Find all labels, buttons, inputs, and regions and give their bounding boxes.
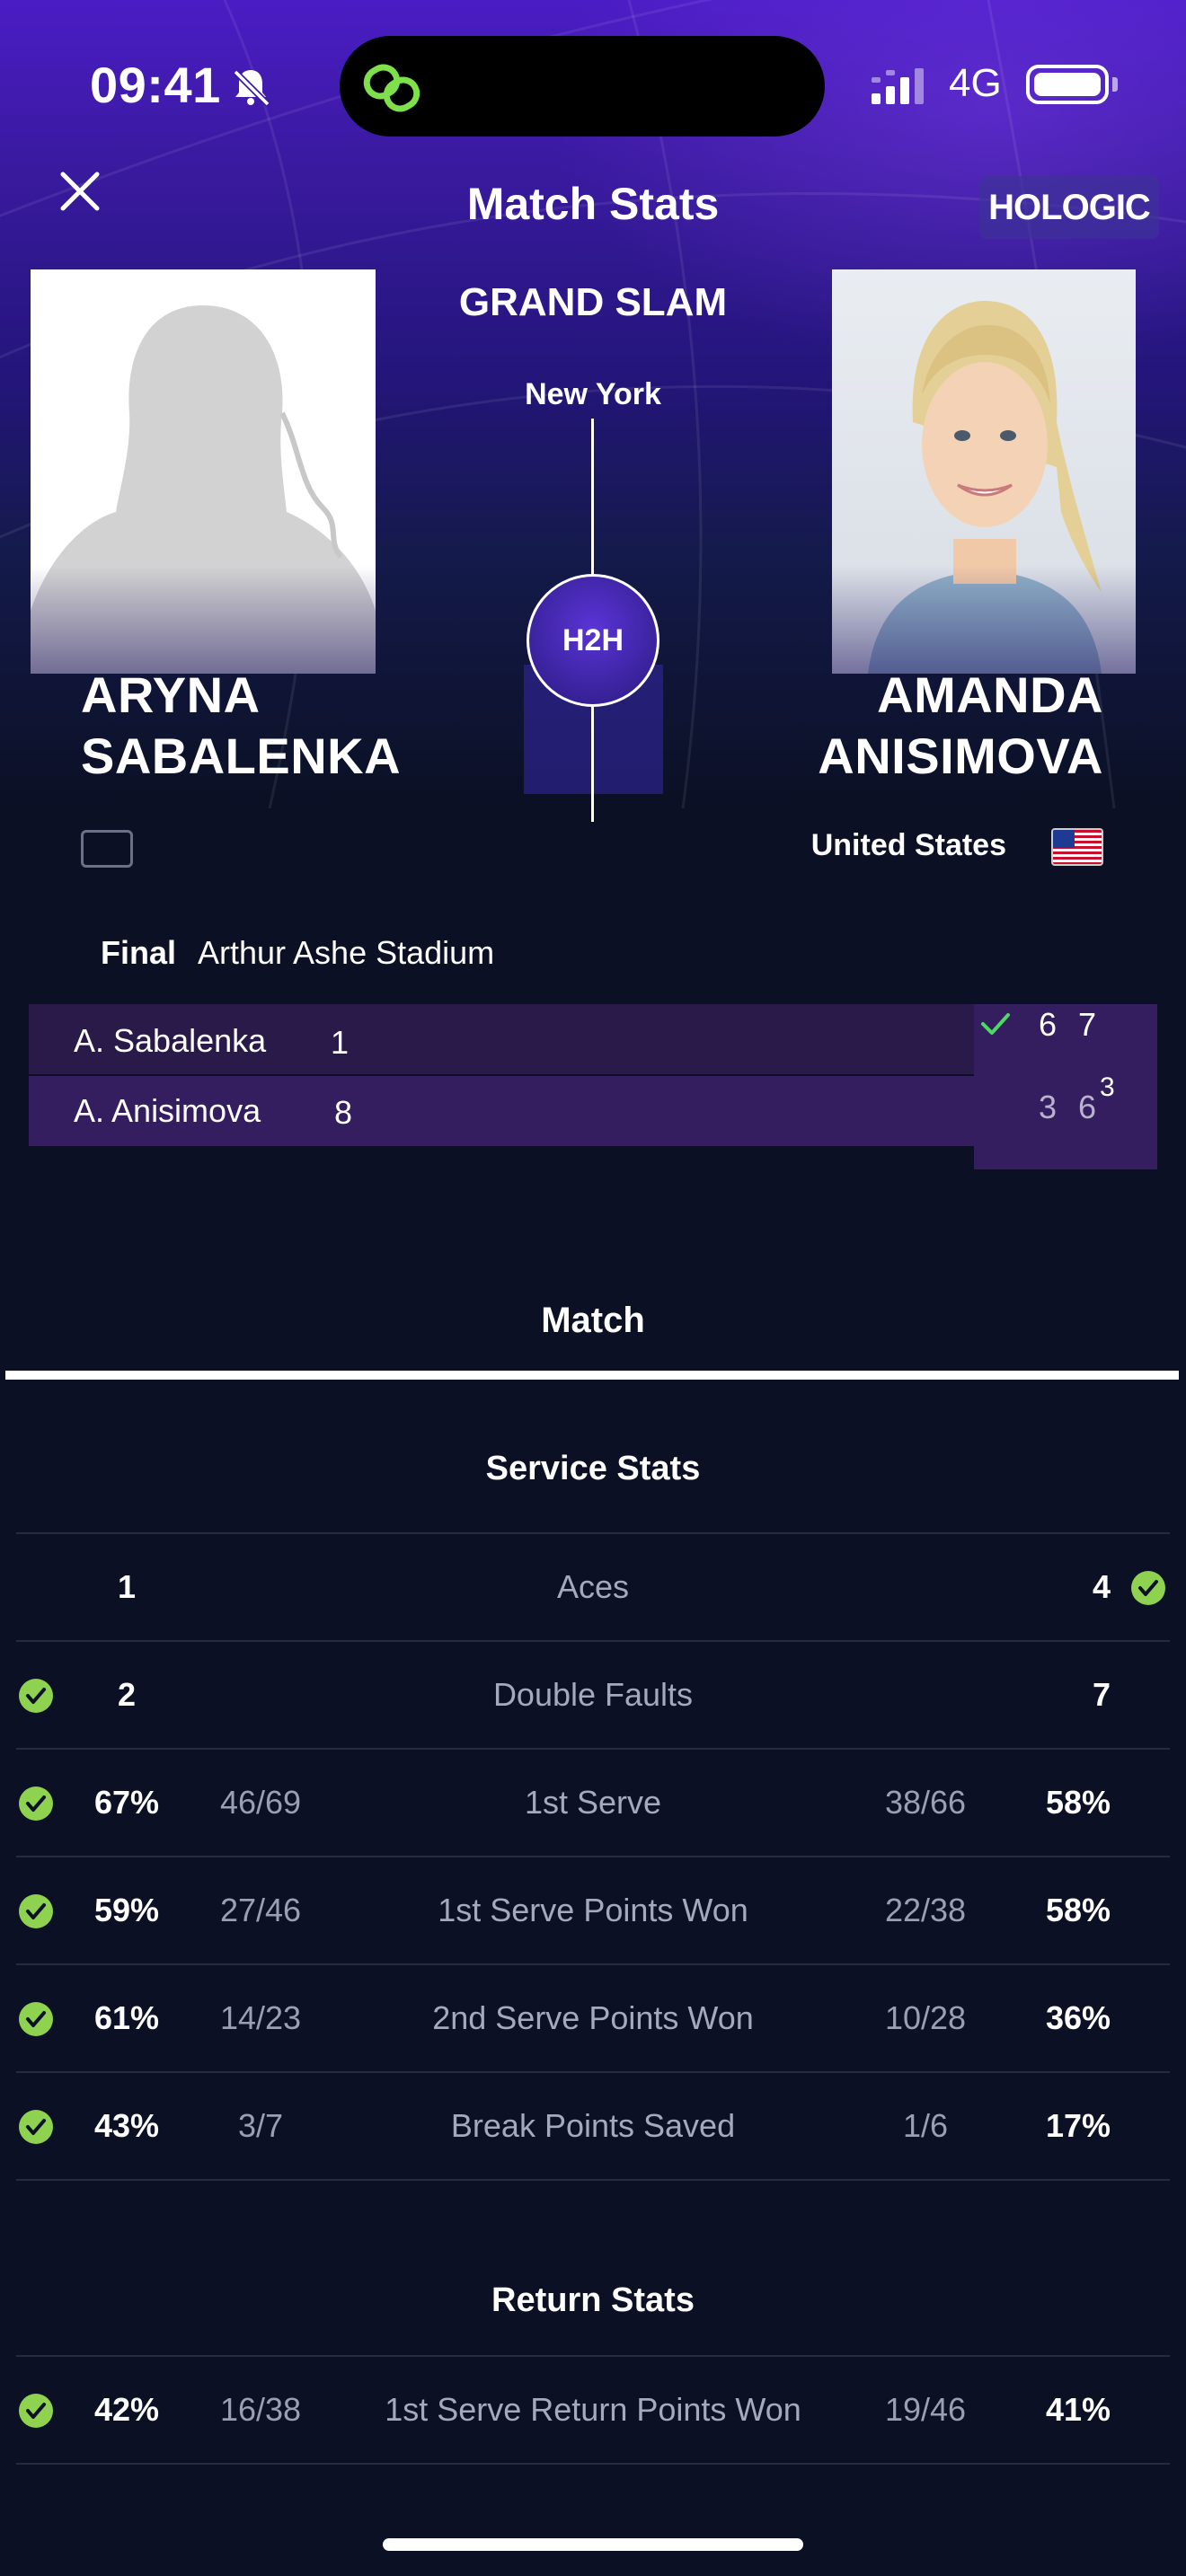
player-right-name: AMANDA ANISIMOVA [818, 665, 1103, 787]
leader-check-icon [19, 2002, 53, 2036]
player-left-last-name: SABALENKA [81, 728, 402, 784]
stat-label: Double Faults [492, 1676, 694, 1713]
score-player-seed: 1 [331, 1024, 350, 1061]
stat-right-value: 36% [1045, 1999, 1111, 2036]
event-city: New York [525, 377, 661, 411]
stat-row-second-serve-points-won: 61% 14/23 2nd Serve Points Won 10/28 36% [0, 1963, 1186, 2071]
stat-right-ratio: 19/46 [884, 2391, 967, 2428]
stat-right-value: 7 [1092, 1676, 1111, 1713]
stat-left-value: 2 [117, 1676, 137, 1713]
stat-label: 1st Serve Points Won [438, 1892, 748, 1928]
stat-right-value: 41% [1045, 2391, 1111, 2428]
stat-row-aces: 1 Aces 4 [0, 1532, 1186, 1640]
player-left-photo [31, 269, 376, 674]
return-stats-title: Return Stats [491, 2281, 695, 2319]
stat-left-value: 1 [117, 1568, 137, 1605]
h2h-line-bottom [591, 705, 594, 822]
stat-left-ratio: 27/46 [219, 1892, 302, 1928]
player-right-last-name: ANISIMOVA [818, 728, 1103, 784]
set-score: 6 [1039, 1006, 1058, 1043]
close-icon[interactable] [56, 167, 104, 216]
stat-left-ratio: 14/23 [219, 1999, 302, 2036]
leader-check-icon [19, 2394, 53, 2428]
stat-left-ratio: 46/69 [219, 1784, 302, 1821]
leader-check-icon [19, 1786, 53, 1821]
set-score: 7 [1078, 1006, 1097, 1043]
player-right-first-name: AMANDA [877, 666, 1103, 723]
player-left-name: ARYNA SABALENKA [81, 665, 401, 787]
stat-left-value: 59% [93, 1892, 160, 1928]
stat-right-value: 17% [1045, 2107, 1111, 2144]
stat-row-double-faults: 2 Double Faults 7 [0, 1640, 1186, 1748]
link-app-icon [363, 64, 420, 112]
score-player-name: A. Anisimova [74, 1092, 261, 1129]
h2h-button[interactable]: H2H [527, 574, 659, 707]
divider [16, 2179, 1170, 2181]
stat-row-first-serve: 67% 46/69 1st Serve 38/66 58% [0, 1748, 1186, 1856]
stat-left-value: 42% [93, 2391, 160, 2428]
service-stats-title: Service Stats [485, 1450, 701, 1487]
sponsor-logo: HOLOGIC [979, 176, 1159, 239]
stat-left-value: 67% [93, 1784, 160, 1821]
status-bar: 09:41 4G [0, 0, 1186, 171]
divider [16, 2463, 1170, 2465]
tiebreak-score: 3 [1100, 1072, 1115, 1102]
stat-left-ratio: 16/38 [219, 2391, 302, 2428]
score-player-seed: 8 [334, 1094, 353, 1131]
stat-left-value: 61% [93, 1999, 160, 2036]
stat-left-value: 43% [93, 2107, 160, 2144]
set-score: 6 [1078, 1089, 1097, 1125]
h2h-line-top [591, 419, 594, 576]
us-flag-icon [1051, 828, 1103, 866]
player-right-photo [832, 269, 1136, 674]
tab-active-indicator [5, 1371, 1179, 1380]
tab-match[interactable]: Match [413, 1301, 773, 1341]
winner-check-icon [981, 1013, 1010, 1035]
stat-row-break-points-saved: 43% 3/7 Break Points Saved 1/6 17% [0, 2071, 1186, 2179]
page-title: Match Stats [466, 179, 720, 229]
stat-right-ratio: 1/6 [902, 2107, 949, 2144]
stat-label: Aces [556, 1568, 630, 1605]
match-round: Final [101, 934, 177, 971]
bell-slash-icon [233, 69, 270, 107]
stat-label: 1st Serve Return Points Won [385, 2391, 801, 2428]
home-indicator[interactable] [383, 2538, 803, 2551]
leader-check-icon [19, 1679, 53, 1713]
network-type: 4G [949, 61, 1002, 105]
stat-right-ratio: 38/66 [884, 1784, 967, 1821]
stat-left-ratio: 3/7 [237, 2107, 284, 2144]
leader-check-icon [1131, 1571, 1165, 1605]
stat-right-value: 4 [1092, 1568, 1111, 1605]
stat-right-ratio: 22/38 [884, 1892, 967, 1928]
tournament-name: GRAND SLAM [458, 280, 728, 324]
leader-check-icon [19, 2110, 53, 2144]
status-time: 09:41 [90, 57, 221, 113]
score-player-name: A. Sabalenka [74, 1022, 267, 1059]
stat-right-ratio: 10/28 [884, 1999, 967, 2036]
stat-right-value: 58% [1045, 1784, 1111, 1821]
stat-right-value: 58% [1045, 1892, 1111, 1928]
set-score: 3 [1039, 1089, 1058, 1125]
stat-label: 1st Serve [524, 1784, 662, 1821]
stat-row-first-serve-return-points-won: 42% 16/38 1st Serve Return Points Won 19… [0, 2355, 1186, 2463]
leader-check-icon [19, 1894, 53, 1928]
player-left-flag-icon [81, 830, 133, 868]
match-venue: Arthur Ashe Stadium [198, 934, 495, 971]
player-left-first-name: ARYNA [81, 666, 261, 723]
signal-icon [872, 68, 924, 104]
stat-row-first-serve-points-won: 59% 27/46 1st Serve Points Won 22/38 58% [0, 1856, 1186, 1963]
stat-label: Break Points Saved [450, 2107, 736, 2144]
player-right-country: United States [810, 828, 1006, 862]
stat-label: 2nd Serve Points Won [432, 1999, 754, 2036]
battery-icon [1026, 65, 1109, 104]
battery-cap [1112, 77, 1118, 92]
